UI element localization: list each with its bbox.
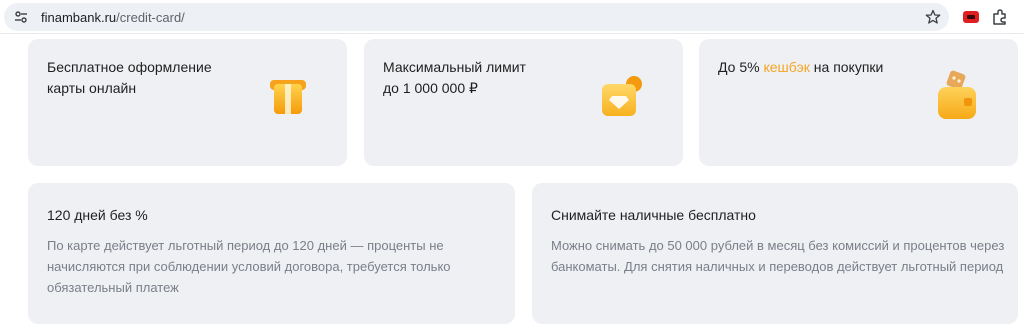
cashback-link[interactable]: кешбэк [763,59,809,75]
tune-icon[interactable] [13,9,29,25]
star-icon[interactable] [925,9,941,25]
feature-title: Бесплатное оформление карты онлайн [47,57,212,99]
feature-card-max-limit: Максимальный лимит до 1 000 000 ₽ [364,39,683,166]
description-line: банкоматы. Для снятия наличных и перевод… [551,259,1004,274]
feature-title-text: До 5% [718,59,764,75]
benefit-card-cash-withdrawal: Снимайте наличные бесплатно Можно снимат… [532,183,1018,324]
feature-card-free-issue: Бесплатное оформление карты онлайн [28,39,347,166]
url-host: finambank.ru [41,10,117,25]
url-path: /credit-card/ [116,10,185,25]
feature-title: Максимальный лимит до 1 000 000 ₽ [383,57,526,99]
bag-coins-icon [938,70,976,119]
wallet-diamond-icon [602,76,642,116]
feature-title-line: до 1 000 000 ₽ [383,80,478,96]
url-text[interactable]: finambank.ru/credit-card/ [41,10,185,25]
feature-title-text: на покупки [809,59,884,75]
feature-title-line: Бесплатное оформление [47,59,212,75]
feature-title: До 5% кешбэк на покупки [718,57,883,78]
card-icon [270,80,306,114]
address-bar[interactable]: finambank.ru/credit-card/ [4,3,949,31]
description-line: обязательный платеж [47,280,179,295]
feature-title-line: Максимальный лимит [383,59,526,75]
browser-toolbar: finambank.ru/credit-card/ [0,0,1024,34]
benefit-title: 120 дней без % [47,207,148,223]
feature-card-cashback: До 5% кешбэк на покупки [699,39,1018,166]
benefit-title: Снимайте наличные бесплатно [551,207,756,223]
benefit-card-grace-period: 120 дней без % По карте действует льготн… [28,183,515,324]
benefit-description: По карте действует льготный период до 12… [47,235,451,298]
feature-title-line: карты онлайн [47,80,137,96]
extensions-puzzle-icon[interactable] [991,8,1009,26]
benefit-description: Можно снимать до 50 000 рублей в месяц б… [551,235,1004,277]
youtube-extension-icon[interactable] [962,9,980,25]
description-line: Можно снимать до 50 000 рублей в месяц б… [551,238,1005,253]
description-line: По карте действует льготный период до 12… [47,238,444,253]
description-line: начисляются при соблюдении условий догов… [47,259,451,274]
